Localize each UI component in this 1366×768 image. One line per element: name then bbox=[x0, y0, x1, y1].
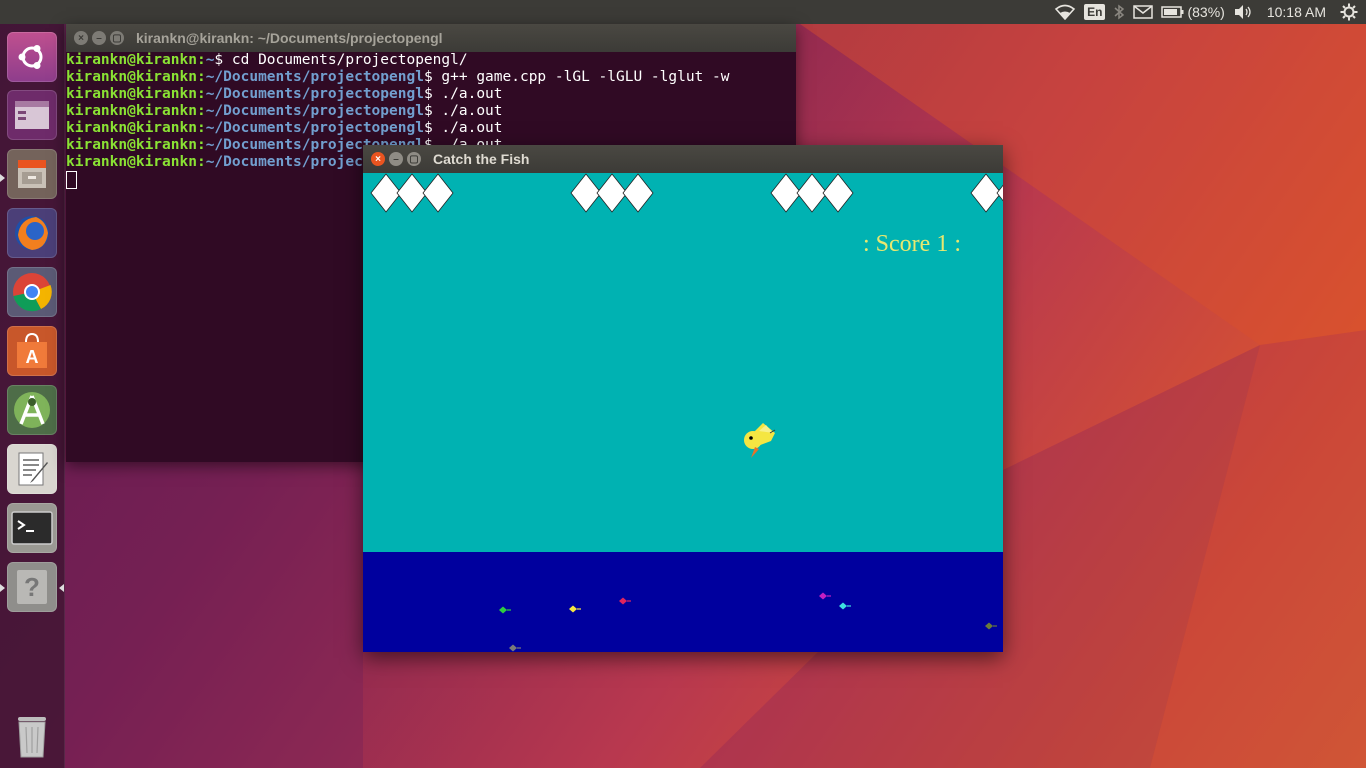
terminal-line: kirankn@kirankn:~/Documents/projectopeng… bbox=[66, 69, 796, 86]
battery-percentage: (83%) bbox=[1187, 4, 1225, 20]
bird bbox=[744, 423, 776, 458]
clock[interactable]: 10:18 AM bbox=[1257, 0, 1336, 24]
terminal-icon bbox=[11, 511, 53, 545]
android-studio-icon bbox=[14, 392, 50, 428]
launcher-terminal[interactable] bbox=[7, 503, 57, 553]
score-label: : Score 1 : bbox=[863, 231, 961, 257]
prompt-user: kirankn@kirankn: bbox=[66, 103, 206, 119]
chrome-icon bbox=[13, 273, 52, 312]
game-maximize-button[interactable]: ▢ bbox=[407, 152, 421, 166]
prompt-user: kirankn@kirankn: bbox=[66, 120, 206, 136]
terminal-close-button[interactable]: × bbox=[74, 31, 88, 45]
keyboard-layout-label: En bbox=[1084, 4, 1106, 20]
battery-icon bbox=[1161, 5, 1185, 19]
fish bbox=[839, 602, 851, 610]
fish bbox=[569, 605, 581, 613]
launcher-text-editor[interactable] bbox=[7, 444, 57, 494]
launcher-ubuntu-dash[interactable] bbox=[7, 32, 57, 82]
prompt-user: kirankn@kirankn: bbox=[66, 69, 206, 85]
game-title: Catch the Fish bbox=[433, 151, 530, 167]
launcher-chrome[interactable] bbox=[7, 267, 57, 317]
launcher-files[interactable] bbox=[7, 149, 57, 199]
clock-label: 10:18 AM bbox=[1266, 4, 1326, 20]
terminal-line: kirankn@kirankn:~/Documents/projectopeng… bbox=[66, 86, 796, 103]
cloud bbox=[370, 173, 454, 213]
launcher-trash[interactable] bbox=[7, 710, 57, 760]
prompt-user: kirankn@kirankn: bbox=[66, 86, 206, 102]
sea bbox=[363, 552, 1003, 652]
launcher-android-studio[interactable] bbox=[7, 385, 57, 435]
firefox-icon bbox=[15, 216, 49, 250]
top-panel: En (83%) 10:18 AM bbox=[0, 0, 1366, 24]
fish bbox=[985, 622, 997, 630]
settings-gear-icon[interactable] bbox=[1336, 0, 1366, 24]
terminal-command: $ ./a.out bbox=[423, 86, 503, 102]
terminal-minimize-button[interactable]: – bbox=[92, 31, 106, 45]
trash-icon bbox=[18, 717, 46, 758]
prompt-user: kirankn@kirankn: bbox=[66, 52, 206, 68]
volume-icon[interactable] bbox=[1229, 0, 1257, 24]
text-editor-icon bbox=[18, 452, 48, 486]
game-canvas[interactable]: : Score 1 : bbox=[363, 173, 1003, 652]
terminal-maximize-button[interactable]: ▢ bbox=[110, 31, 124, 45]
fish bbox=[619, 597, 631, 605]
game-titlebar[interactable]: × – ▢ Catch the Fish bbox=[363, 145, 1003, 173]
terminal-command: $ cd Documents/projectopengl/ bbox=[214, 52, 468, 68]
prompt-path: ~/Documents/projectopengl bbox=[205, 120, 424, 136]
workspace-icon bbox=[15, 101, 49, 129]
help-icon: ? bbox=[17, 570, 47, 604]
launcher-workspace-switcher[interactable] bbox=[7, 90, 57, 140]
svg-text:?: ? bbox=[24, 572, 40, 602]
fish bbox=[499, 606, 511, 614]
launcher-software-center[interactable]: A bbox=[7, 326, 57, 376]
cloud bbox=[970, 173, 1003, 213]
launcher: A ? bbox=[0, 24, 65, 768]
battery-indicator[interactable]: (83%) bbox=[1157, 0, 1228, 24]
fish bbox=[819, 592, 831, 600]
terminal-line: kirankn@kirankn:~/Documents/projectopeng… bbox=[66, 103, 796, 120]
bluetooth-icon[interactable] bbox=[1109, 0, 1129, 24]
cloud bbox=[770, 173, 854, 213]
launcher-help[interactable]: ? bbox=[7, 562, 57, 612]
terminal-title: kirankn@kirankn: ~/Documents/projectopen… bbox=[136, 30, 443, 46]
prompt-path: ~/Documents/projectopengl bbox=[205, 103, 424, 119]
wifi-icon[interactable] bbox=[1050, 0, 1080, 24]
prompt-path: ~/Documents/projectopengl bbox=[205, 86, 424, 102]
ubuntu-logo-icon bbox=[18, 45, 43, 69]
terminal-command: $ ./a.out bbox=[423, 103, 503, 119]
keyboard-layout-indicator[interactable]: En bbox=[1080, 0, 1109, 24]
svg-text:A: A bbox=[26, 347, 39, 367]
game-window[interactable]: × – ▢ Catch the Fish : Score 1 : bbox=[363, 145, 1003, 652]
terminal-line: kirankn@kirankn:~$ cd Documents/projecto… bbox=[66, 52, 796, 69]
game-close-button[interactable]: × bbox=[371, 152, 385, 166]
terminal-line: kirankn@kirankn:~/Documents/projectopeng… bbox=[66, 120, 796, 137]
terminal-cursor bbox=[66, 171, 77, 189]
fish-layer bbox=[499, 592, 997, 652]
cloud bbox=[570, 173, 654, 213]
mail-icon[interactable] bbox=[1129, 0, 1157, 24]
launcher-firefox[interactable] bbox=[7, 208, 57, 258]
file-cabinet-icon bbox=[18, 160, 46, 188]
fish bbox=[509, 644, 521, 652]
prompt-user: kirankn@kirankn: bbox=[66, 154, 206, 170]
game-minimize-button[interactable]: – bbox=[389, 152, 403, 166]
prompt-path: ~/Documents/projectopengl bbox=[205, 69, 424, 85]
prompt-user: kirankn@kirankn: bbox=[66, 137, 206, 153]
shopping-bag-icon: A bbox=[17, 332, 47, 368]
terminal-titlebar[interactable]: × – ▢ kirankn@kirankn: ~/Documents/proje… bbox=[66, 24, 796, 52]
terminal-command: $ ./a.out bbox=[423, 120, 503, 136]
terminal-command: $ g++ game.cpp -lGL -lGLU -lglut -w bbox=[423, 69, 730, 85]
